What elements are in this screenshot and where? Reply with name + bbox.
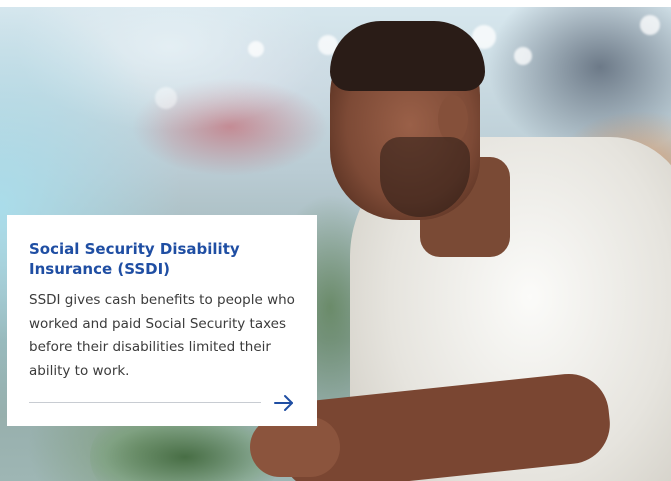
divider (29, 402, 261, 403)
hero-section: Social Security Disability Insurance (SS… (0, 7, 671, 481)
arrow-right-icon[interactable] (273, 393, 295, 413)
card-link[interactable] (29, 391, 295, 415)
card-title: Social Security Disability Insurance (SS… (29, 240, 240, 278)
ssdi-card: Social Security Disability Insurance (SS… (7, 215, 317, 426)
card-description: SSDI gives cash benefits to people who w… (29, 292, 295, 379)
